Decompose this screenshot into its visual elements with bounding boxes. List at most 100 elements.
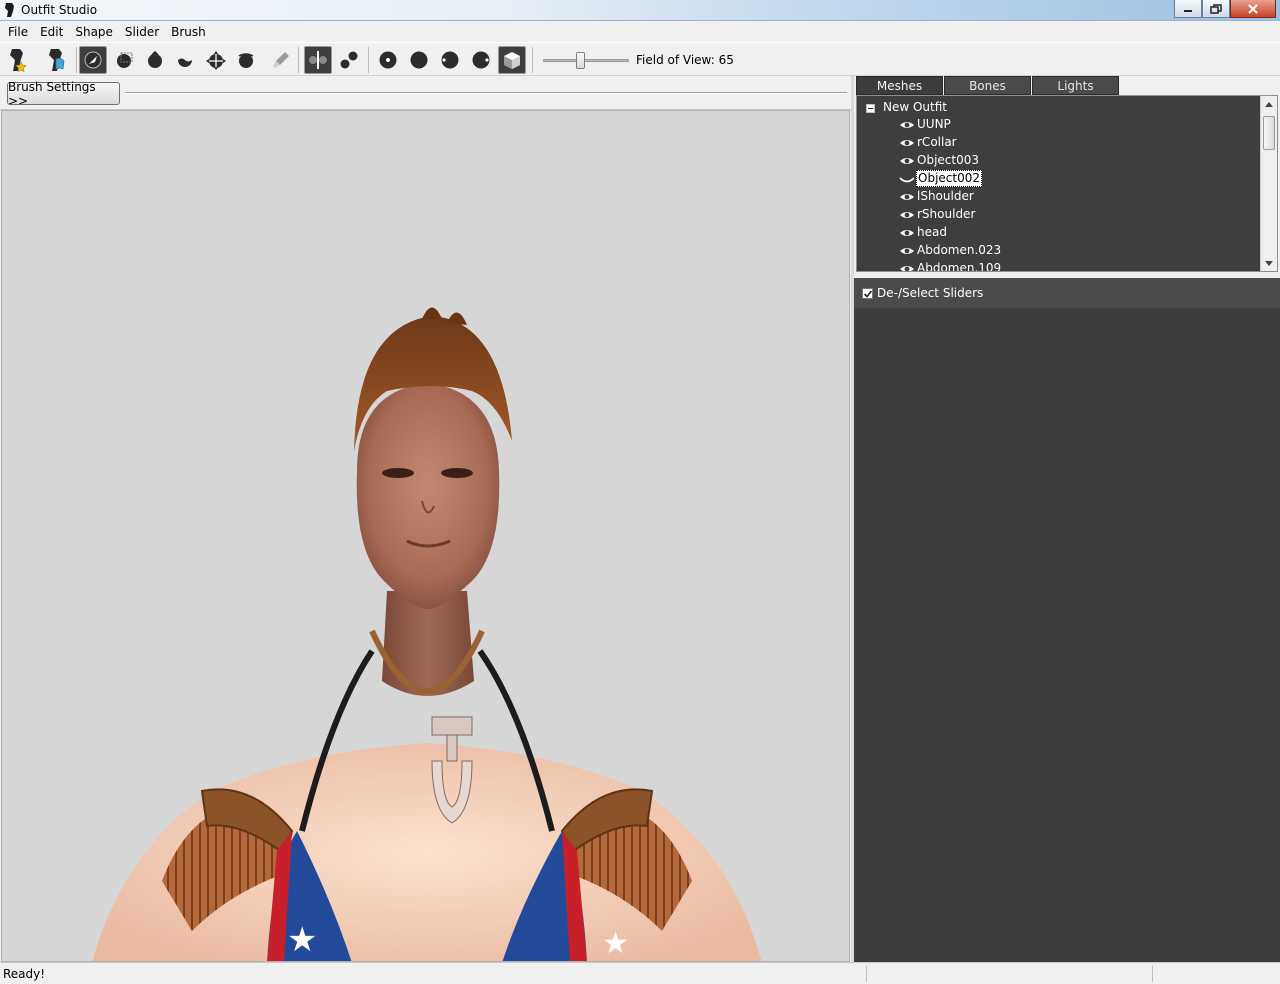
viewport-pane: Brush Settings >> ★ ★ — [0, 76, 852, 962]
weight-paint-brush-icon — [273, 52, 289, 68]
load-outfit-icon — [49, 49, 65, 71]
front-view-button[interactable] — [374, 46, 402, 74]
eye-icon[interactable] — [899, 120, 915, 130]
x-mirror-icon — [309, 51, 327, 69]
scroll-down-button[interactable] — [1261, 255, 1277, 271]
minimize-icon — [1184, 9, 1192, 12]
select-sliders-checkbox[interactable] — [862, 287, 873, 299]
tree-item-rcollar[interactable]: rCollar — [899, 134, 958, 151]
tree-item-object003[interactable]: Object003 — [899, 152, 980, 169]
sliders-panel: De-/Select Sliders — [854, 278, 1280, 962]
move-brush-button[interactable] — [202, 46, 230, 74]
window-title: Outfit Studio — [21, 3, 98, 17]
left-view-button[interactable] — [436, 46, 464, 74]
tab-lights[interactable]: Lights — [1032, 76, 1119, 95]
right-view-button[interactable] — [467, 46, 495, 74]
perspective-toggle-button[interactable] — [498, 46, 526, 74]
collapse-icon[interactable] — [866, 103, 875, 113]
restore-icon — [1210, 3, 1222, 14]
eye-icon[interactable] — [899, 156, 915, 166]
brush-settings-button[interactable]: Brush Settings >> — [7, 80, 120, 108]
eye-icon[interactable] — [899, 264, 915, 273]
right-pane: Meshes Bones Lights New Outfit UUNP rCol… — [854, 76, 1280, 962]
tab-bar: Meshes Bones Lights — [856, 76, 1120, 95]
mask-brush-button[interactable] — [111, 46, 139, 74]
brush-settings-bar: Brush Settings >> — [0, 76, 852, 110]
deflate-brush-button[interactable] — [171, 46, 199, 74]
tree-item-uunp[interactable]: UUNP — [899, 116, 952, 133]
close-icon — [1248, 3, 1258, 14]
left-view-icon — [441, 51, 459, 69]
triangle-down-icon — [1265, 260, 1273, 266]
menu-slider[interactable]: Slider — [119, 22, 165, 42]
eye-icon[interactable] — [899, 138, 915, 148]
tab-bones[interactable]: Bones — [944, 76, 1031, 95]
weight-paint-brush-button[interactable] — [267, 46, 295, 74]
connected-only-button[interactable] — [335, 46, 363, 74]
select-brush-button[interactable] — [79, 46, 107, 74]
tab-meshes[interactable]: Meshes — [856, 76, 943, 95]
tree-item-object002[interactable]: Object002 — [899, 170, 982, 187]
sliders-header-label: De-/Select Sliders — [877, 286, 984, 300]
toolbar: Field of View: 65 — [0, 42, 1280, 76]
tree-root[interactable]: New Outfit — [866, 100, 947, 114]
svg-text:★: ★ — [602, 926, 629, 961]
select-brush-icon — [84, 51, 102, 69]
tree-item-abdomen-023[interactable]: Abdomen.023 — [899, 242, 1002, 259]
field-of-view-slider[interactable] — [543, 52, 629, 69]
minimize-button[interactable] — [1174, 0, 1202, 18]
smooth-brush-button[interactable] — [232, 46, 260, 74]
right-view-icon — [472, 51, 490, 69]
scrollbar-thumb[interactable] — [1263, 116, 1275, 150]
field-of-view-slider-thumb[interactable] — [576, 52, 585, 69]
tree-item-head[interactable]: head — [899, 224, 948, 241]
eye-icon[interactable] — [899, 210, 915, 220]
menu-brush[interactable]: Brush — [165, 22, 212, 42]
checkmark-icon — [863, 289, 873, 298]
tree-item-lshoulder[interactable]: lShoulder — [899, 188, 975, 205]
menu-shape[interactable]: Shape — [69, 22, 119, 42]
load-outfit-button[interactable] — [42, 46, 70, 74]
status-bar: Ready! — [0, 962, 1280, 984]
sliders-header: De-/Select Sliders — [854, 278, 1280, 308]
status-separator — [1152, 966, 1153, 982]
inflate-brush-icon — [148, 50, 162, 68]
field-of-view-label: Field of View: 65 — [636, 53, 734, 67]
character-model: ★ ★ — [92, 307, 762, 961]
triangle-up-icon — [1265, 101, 1273, 107]
eye-icon[interactable] — [899, 228, 915, 238]
new-project-icon — [10, 49, 27, 73]
tree-scrollbar[interactable] — [1260, 96, 1277, 271]
mask-brush-icon — [117, 52, 133, 68]
new-project-button[interactable] — [3, 46, 31, 74]
scroll-up-button[interactable] — [1261, 96, 1277, 112]
back-view-icon — [410, 51, 428, 69]
back-view-button[interactable] — [405, 46, 433, 74]
tree-item-rshoulder[interactable]: rShoulder — [899, 206, 976, 223]
mesh-tree: New Outfit UUNP rCollar Object003 Object… — [856, 95, 1278, 272]
connected-only-icon — [340, 51, 358, 69]
x-mirror-button[interactable] — [304, 46, 332, 74]
front-view-icon — [379, 51, 397, 69]
3d-viewport[interactable]: ★ ★ — [1, 110, 850, 962]
menu-bar: File Edit Shape Slider Brush — [0, 21, 1280, 42]
field-of-view-slider-track — [543, 59, 629, 62]
close-button[interactable] — [1230, 0, 1276, 18]
tree-item-abdomen-109[interactable]: Abdomen.109 — [899, 260, 1002, 273]
window-controls — [1174, 0, 1276, 18]
eye-icon[interactable] — [899, 246, 915, 256]
move-brush-icon — [206, 51, 226, 70]
svg-text:★: ★ — [287, 920, 317, 960]
deflate-brush-icon — [178, 58, 192, 67]
menu-edit[interactable]: Edit — [34, 22, 69, 42]
eye-closed-icon[interactable] — [899, 174, 915, 184]
perspective-toggle-icon — [504, 52, 520, 69]
brush-settings-divider — [125, 92, 847, 94]
restore-button[interactable] — [1202, 0, 1230, 18]
status-text: Ready! — [3, 967, 46, 981]
inflate-brush-button[interactable] — [141, 46, 169, 74]
menu-file[interactable]: File — [2, 22, 34, 42]
right-splitter[interactable] — [854, 272, 1280, 276]
eye-icon[interactable] — [899, 192, 915, 202]
smooth-brush-icon — [238, 53, 254, 68]
